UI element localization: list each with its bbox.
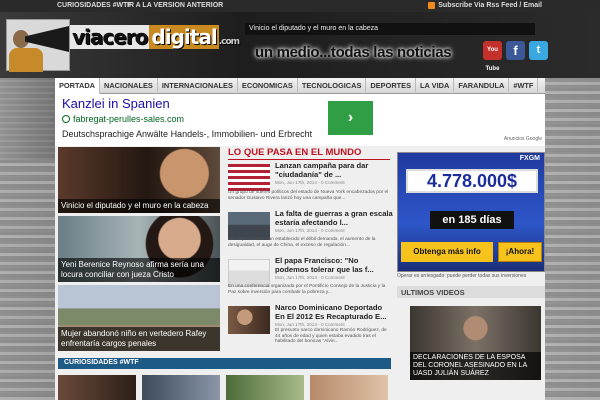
curiosidades-thumbnail[interactable] (310, 375, 388, 400)
headline-ticker[interactable]: Vinicio el diputado y el muro en la cabe… (245, 23, 535, 35)
featured-story[interactable]: Vinicio el diputado y el muro en la cabe… (58, 147, 220, 213)
ad-url-text: fabregat-perulles-sales.com (73, 114, 185, 124)
featured-story[interactable]: Yeni Berenice Reynoso afirma sería una l… (58, 216, 220, 282)
ad-title[interactable]: Kanzlei in Spanien (62, 96, 170, 111)
newspaper-background-left (0, 160, 58, 400)
rss-subscribe-link[interactable]: Subscribe Via Rss Feed / Email (428, 2, 542, 9)
logo-suffix: .com (218, 37, 240, 47)
banner-brand: FXGM (519, 155, 540, 162)
logo-word-1: viacero (70, 25, 150, 49)
banner-days: en 185 días (430, 211, 514, 229)
curiosidades-thumbnail[interactable] (58, 375, 136, 400)
youtube-icon[interactable]: You Tube (483, 41, 502, 72)
main-nav: PORTADA NACIONALES INTERNACIONALES ECONO… (55, 77, 545, 94)
ad-description: Deutschsprachige Anwälte Handels-, Immob… (62, 129, 313, 139)
news-meta: Mon, Jun 17th, 2014 - 0 Comment (275, 228, 345, 233)
google-ad[interactable]: Kanzlei in Spanien fabregat-perulles-sal… (55, 94, 545, 146)
news-title[interactable]: Narco Dominicano Deportado En El 2012 Es… (275, 303, 393, 321)
news-title[interactable]: El papa Francisco: "No podemos tolerar q… (275, 256, 393, 274)
featured-caption: Mujer abandonó niño en vertedero Rafey e… (58, 327, 220, 351)
list-item[interactable]: Lanzan campaña para dar "ciudadanía" de … (228, 161, 393, 210)
banner-disclaimer: Operar es arriesgado: puede perder todas… (397, 273, 527, 279)
list-item[interactable]: El papa Francisco: "No podemos tolerar q… (228, 256, 393, 305)
forex-banner-ad[interactable]: FXGM 4.778.000$ en 185 días Obtenga más … (397, 152, 545, 272)
rss-label: Subscribe Via Rss Feed / Email (438, 2, 542, 9)
logo-image[interactable] (6, 19, 70, 72)
curiosidades-thumbnail[interactable] (142, 375, 220, 400)
list-item[interactable]: Narco Dominicano Deportado En El 2012 Es… (228, 303, 393, 352)
featured-story[interactable]: Mujer abandonó niño en vertedero Rafey e… (58, 285, 220, 351)
news-thumbnail[interactable] (228, 212, 270, 240)
section-title-mundo: LO QUE PASA EN EL MUNDO (228, 147, 362, 158)
news-meta: Mon, Jun 17th, 2014 - 0 Comment (275, 180, 345, 185)
site-logo-text[interactable]: viacero digital .com (70, 25, 240, 49)
news-excerpt: Un grupo de líderes políticos del estado… (228, 190, 389, 201)
top-bar: CURIOSIDADES #WTF IR A LA VERSION ANTERI… (0, 0, 600, 12)
curiosidades-thumbnail[interactable] (226, 375, 304, 400)
news-thumbnail[interactable] (228, 259, 270, 287)
news-title[interactable]: Lanzan campaña para dar "ciudadanía" de … (275, 161, 393, 179)
news-meta: Mon, Jun 17th, 2014 - 0 Comment (275, 275, 345, 280)
banner-amount: 4.778.000$ (406, 169, 538, 193)
news-thumbnail[interactable] (228, 306, 270, 334)
ad-url[interactable]: fabregat-perulles-sales.com (62, 114, 184, 124)
videos-title: ULTIMOS VIDEOS (401, 288, 465, 297)
nav-item-internacionales[interactable]: INTERNACIONALES (158, 77, 238, 94)
videos-section-header: ULTIMOS VIDEOS (397, 286, 545, 298)
ad-arrow-button[interactable]: › (328, 101, 373, 135)
news-excerpt: Los especialistas han establecido el déb… (228, 237, 376, 248)
nav-item-deportes[interactable]: DEPORTES (366, 77, 417, 94)
site-header: viacero digital .com Vinicio el diputado y… (0, 12, 600, 78)
banner-more-info-button[interactable]: Obtenga más info (401, 242, 493, 262)
main-content: Kanzlei in Spanien fabregat-perulles-sal… (55, 94, 545, 400)
nav-item-farandula[interactable]: FARANDULA (454, 77, 510, 94)
globe-icon (62, 115, 70, 123)
nav-item-economicas[interactable]: ECONOMICAS (238, 77, 298, 94)
featured-caption: Vinicio el diputado y el muro en la cabe… (58, 199, 220, 213)
site-slogan: un medio...todas las noticias (255, 44, 452, 61)
logo-figure-body (9, 48, 43, 72)
news-excerpt: En una conferencia organizada por el Pon… (228, 284, 386, 295)
topbar-link-previous-version[interactable]: IR A LA VERSION ANTERIOR (127, 2, 223, 9)
nav-item-wtf[interactable]: #WTF (509, 77, 539, 94)
video-caption: DECLARACIONES DE LA ESPOSA DEL CORONEL A… (410, 352, 541, 380)
news-meta: Mon, Jun 17th, 2014 - 0 Comment (275, 322, 345, 327)
banner-now-button[interactable]: ¡Ahora! (498, 242, 542, 262)
nav-item-nacionales[interactable]: NACIONALES (100, 77, 158, 94)
news-title[interactable]: La falta de guerras a gran escala estarí… (275, 209, 393, 227)
curiosidades-title: CURIOSIDADES #WTF (64, 359, 139, 366)
nav-item-tecnologicas[interactable]: TECNOLOGICAS (298, 77, 367, 94)
rss-icon (428, 2, 436, 9)
featured-caption: Yeni Berenice Reynoso afirma sería una l… (58, 258, 220, 282)
curiosidades-section-header: CURIOSIDADES #WTF (58, 358, 391, 369)
ad-provider-label: Anuncios Google (503, 136, 542, 142)
nav-item-portada[interactable]: PORTADA (55, 77, 100, 94)
news-thumbnail[interactable] (228, 164, 270, 192)
list-item[interactable]: La falta de guerras a gran escala estarí… (228, 209, 393, 258)
facebook-icon[interactable]: f (506, 41, 525, 60)
twitter-icon[interactable]: t (529, 41, 548, 60)
video-item[interactable]: DECLARACIONES DE LA ESPOSA DEL CORONEL A… (410, 306, 541, 380)
logo-word-2: digital (149, 25, 219, 49)
nav-item-la-vida[interactable]: LA VIDA (416, 77, 455, 94)
news-excerpt: El presunto narco dominicano Ramón Rodrí… (275, 328, 387, 345)
section-divider (228, 159, 390, 160)
topbar-link-curiosidades[interactable]: CURIOSIDADES #WTF (57, 2, 132, 9)
